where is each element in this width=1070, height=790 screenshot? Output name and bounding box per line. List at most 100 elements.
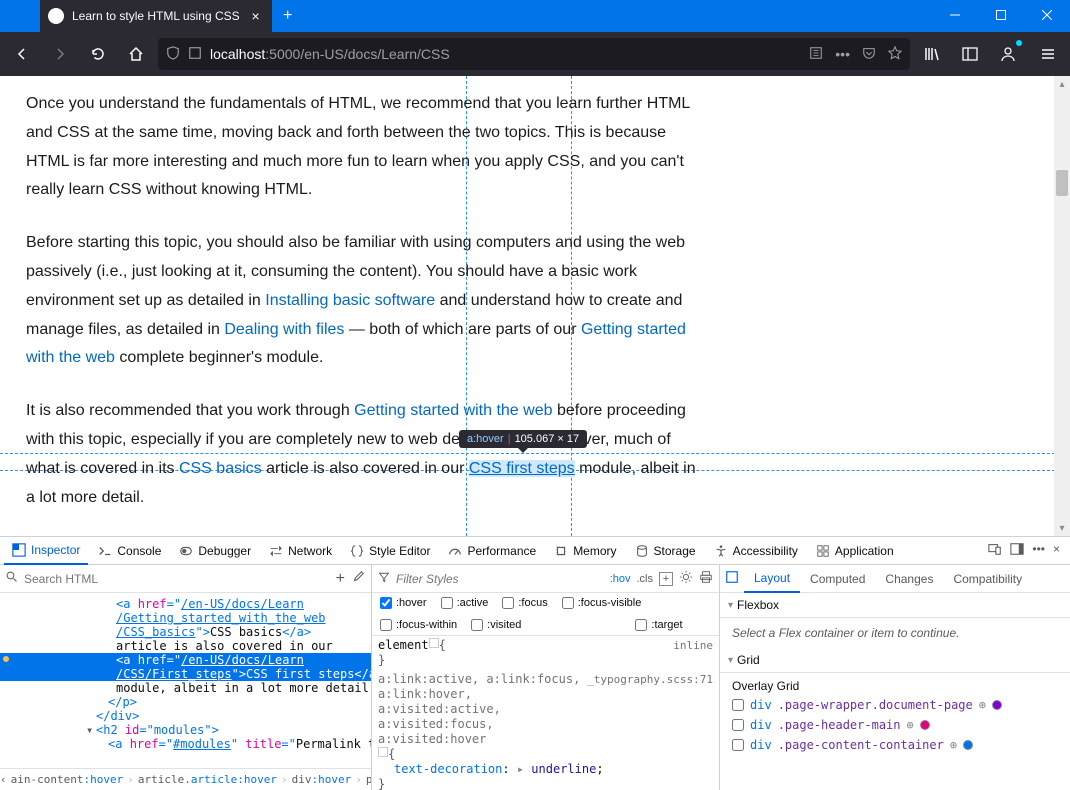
search-icon (6, 571, 18, 586)
markup-panel: + <a href="/en-US/docs/Learn /Getting_st… (0, 565, 372, 790)
link-css-basics[interactable]: CSS basics (179, 460, 262, 477)
page-content: Once you understand the fundamentals of … (0, 76, 1070, 536)
target-icon[interactable]: ⊕ (950, 738, 957, 752)
home-button[interactable] (120, 38, 152, 70)
crumb-prev-icon[interactable]: ‹ (0, 773, 7, 786)
sidebar-icon[interactable] (954, 38, 986, 70)
site-info-icon[interactable] (188, 46, 202, 63)
markup-tree[interactable]: <a href="/en-US/docs/Learn /Getting_star… (0, 593, 371, 768)
meatball-icon[interactable]: ••• (1032, 542, 1045, 559)
back-button[interactable] (6, 38, 38, 70)
devtools: Inspector Console Debugger Network Style… (0, 536, 1070, 790)
target-icon[interactable]: ⊕ (907, 718, 914, 732)
url-text: localhost:5000/en-US/docs/Learn/CSS (210, 46, 450, 62)
pseudo-target[interactable]: :target (635, 619, 682, 631)
tab-application[interactable]: Application (808, 537, 902, 565)
devtools-tabs: Inspector Console Debugger Network Style… (0, 537, 1070, 565)
library-icon[interactable] (916, 38, 948, 70)
tab-close-icon[interactable]: × (248, 8, 264, 24)
dock-side-icon[interactable] (1010, 542, 1024, 559)
pseudo-focus-visible[interactable]: :focus-visible (562, 597, 642, 609)
rdm-icon[interactable] (988, 542, 1002, 559)
scroll-down-icon[interactable]: ▾ (1054, 520, 1070, 536)
cls-toggle[interactable]: .cls (637, 573, 654, 585)
selector-highlight-icon[interactable] (378, 747, 388, 757)
eyedropper-icon[interactable] (351, 570, 365, 587)
account-icon[interactable] (992, 38, 1024, 70)
tab-storage[interactable]: Storage (627, 537, 704, 565)
close-window-button[interactable] (1024, 0, 1070, 30)
grid-item[interactable]: div.page-content-container⊕ (720, 735, 1070, 755)
overlay-grid-label: Overlay Grid (720, 673, 1070, 695)
color-swatch[interactable] (992, 700, 1002, 710)
url-bar[interactable]: localhost:5000/en-US/docs/Learn/CSS ••• (158, 38, 910, 70)
style-editor-icon (350, 544, 364, 558)
reader-mode-icon[interactable] (809, 46, 823, 63)
pseudo-focus-within[interactable]: :focus-within (380, 619, 457, 631)
maximize-button[interactable] (978, 0, 1024, 30)
tab-console[interactable]: Console (90, 537, 169, 565)
tab-accessibility[interactable]: Accessibility (706, 537, 806, 565)
tab-performance[interactable]: Performance (440, 537, 544, 565)
pseudo-active[interactable]: :active (441, 597, 489, 609)
network-icon (269, 544, 283, 558)
add-node-icon[interactable]: + (336, 570, 345, 588)
print-icon[interactable] (699, 570, 713, 587)
mutation-dot-icon (3, 656, 9, 662)
rules-list[interactable]: element {inline } a:link:active, a:link:… (372, 636, 719, 790)
app-menu-button[interactable] (1032, 38, 1064, 70)
tab-computed[interactable]: Computed (800, 565, 875, 593)
chevron-down-icon[interactable]: ▾ (86, 723, 96, 737)
content-scrollbar[interactable]: ▴ ▾ (1054, 76, 1070, 536)
tab-inspector[interactable]: Inspector (4, 537, 88, 565)
new-tab-button[interactable]: + (272, 0, 304, 32)
pocket-icon[interactable] (862, 46, 876, 63)
tab-changes[interactable]: Changes (875, 565, 943, 593)
light-mode-icon[interactable] (679, 570, 693, 587)
tab-debugger[interactable]: Debugger (171, 537, 259, 565)
markup-search-row: + (0, 565, 371, 593)
pseudo-hover[interactable]: :hover (380, 597, 427, 609)
link-css-first-steps[interactable]: CSS first steps (469, 460, 575, 477)
shield-icon[interactable] (166, 46, 180, 63)
tab-network[interactable]: Network (261, 537, 340, 565)
selector-highlight-icon[interactable] (429, 638, 439, 648)
scroll-thumb[interactable] (1056, 170, 1068, 196)
pseudo-visited[interactable]: :visited (471, 619, 521, 631)
browser-tab[interactable]: Learn to style HTML using CSS × (40, 0, 272, 32)
inspector-icon (12, 543, 26, 557)
page-actions-icon[interactable]: ••• (835, 46, 850, 63)
flexbox-section-header[interactable]: ▾Flexbox (720, 593, 1070, 618)
forward-button[interactable] (44, 38, 76, 70)
link-dealing-with-files[interactable]: Dealing with files (224, 321, 344, 338)
reload-button[interactable] (82, 38, 114, 70)
flexbox-empty-msg: Select a Flex container or item to conti… (720, 618, 1070, 648)
layout-panel-icon[interactable] (720, 570, 744, 587)
color-swatch[interactable] (963, 740, 973, 750)
pseudo-focus[interactable]: :focus (502, 597, 547, 609)
tab-memory[interactable]: Memory (546, 537, 624, 565)
grid-section-header[interactable]: ▾Grid (720, 648, 1070, 673)
console-icon (98, 544, 112, 558)
pseudo-toggle[interactable]: :hov (610, 573, 631, 585)
link-getting-started-web[interactable]: Getting started with the web (354, 402, 552, 419)
target-icon[interactable]: ⊕ (979, 698, 986, 712)
filter-styles-input[interactable] (396, 572, 604, 586)
bookmark-star-icon[interactable] (888, 46, 902, 63)
new-rule-button[interactable]: + (659, 572, 673, 586)
tab-compatibility[interactable]: Compatibility (943, 565, 1032, 593)
grid-item[interactable]: div.page-wrapper.document-page⊕ (720, 695, 1070, 715)
grid-item[interactable]: div.page-header-main⊕ (720, 715, 1070, 735)
tab-title: Learn to style HTML using CSS (72, 9, 240, 23)
tab-style-editor[interactable]: Style Editor (342, 537, 438, 565)
search-html-input[interactable] (24, 572, 330, 586)
minimize-button[interactable] (932, 0, 978, 30)
close-devtools-icon[interactable]: × (1053, 542, 1060, 559)
debugger-icon (179, 544, 193, 558)
layout-sidebar: Layout Computed Changes Compatibility ▾F… (720, 565, 1070, 790)
link-installing-software[interactable]: Installing basic software (265, 292, 435, 309)
scroll-up-icon[interactable]: ▴ (1054, 76, 1070, 92)
color-swatch[interactable] (920, 720, 930, 730)
breadcrumbs[interactable]: ‹ ain-content:hover › article.article:ho… (0, 768, 371, 790)
tab-layout[interactable]: Layout (744, 565, 800, 593)
